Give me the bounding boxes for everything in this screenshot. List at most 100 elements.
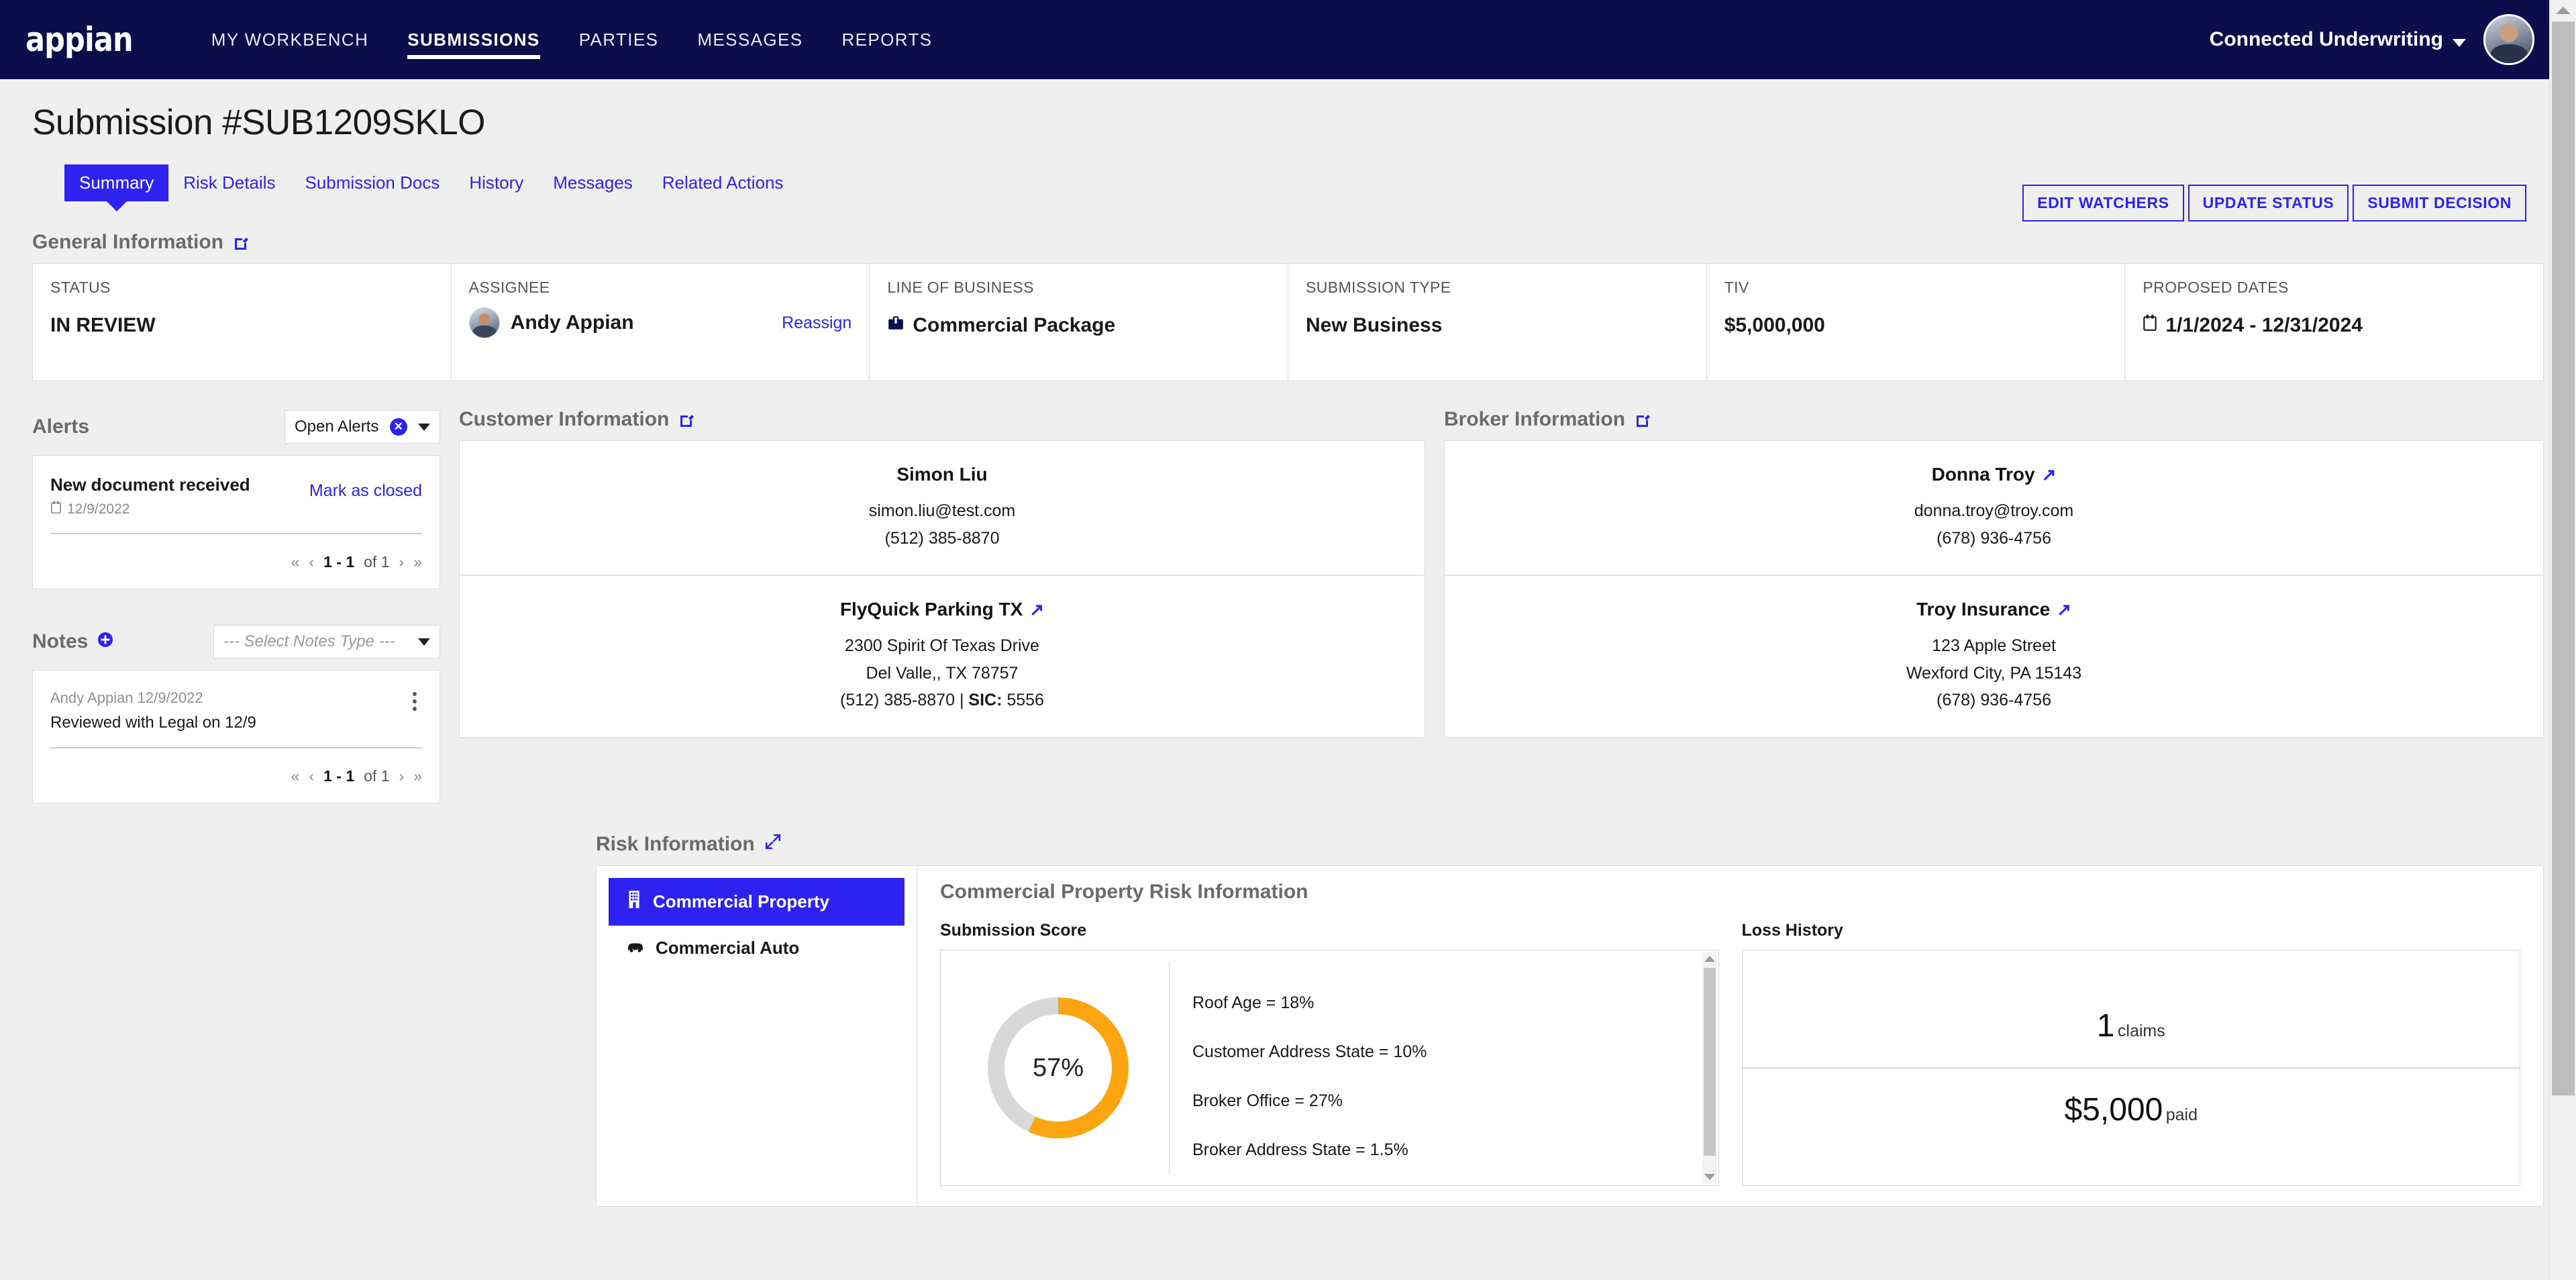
notes-type-select[interactable]: --- Select Notes Type --- [213, 625, 440, 658]
loss-history-title: Loss History [1741, 921, 1843, 940]
scroll-up-icon[interactable] [2555, 7, 2571, 14]
add-note-icon[interactable] [97, 630, 113, 653]
broker-information-title: Broker Information [1444, 408, 2544, 431]
broker-information-label: Broker Information [1444, 408, 1626, 430]
nav-item-my-workbench[interactable]: MY WORKBENCH [192, 0, 388, 79]
nav-item-messages[interactable]: MESSAGES [678, 0, 822, 79]
broker-contact-email: donna.troy@troy.com [1914, 501, 2074, 520]
edit-icon[interactable] [1635, 411, 1651, 428]
scroll-down-icon[interactable] [1704, 1174, 1715, 1180]
score-factor-list: Roof Age = 18% Customer Address State = … [1169, 961, 1712, 1175]
field-line-of-business-value: Commercial Package [913, 314, 1116, 336]
brand-text: appian [25, 20, 134, 59]
last-page-icon[interactable]: » [413, 767, 422, 785]
score-factor-item: Roof Age = 18% [1192, 993, 1315, 1012]
tab-related-actions[interactable]: Related Actions [648, 164, 798, 201]
next-page-icon[interactable]: › [399, 553, 405, 571]
expand-icon[interactable] [764, 833, 782, 856]
tab-submission-docs[interactable]: Submission Docs [291, 164, 455, 201]
customer-company-block: FlyQuick Parking TX ↗ 2300 Spirit Of Tex… [460, 575, 1425, 737]
chevron-down-icon [418, 423, 430, 431]
field-tiv-value: $5,000,000 [1724, 314, 1825, 336]
customer-sic-label: SIC: [968, 691, 1002, 709]
last-page-icon[interactable]: » [413, 553, 422, 571]
risk-panel-title: Commercial Property Risk Information [940, 881, 1308, 903]
customer-company-address1: 2300 Spirit Of Texas Drive [845, 636, 1039, 655]
assignee-avatar [468, 307, 500, 338]
general-information-section: General Information STATUS IN REVIEW ASS… [32, 231, 2544, 381]
scroll-thumb[interactable] [2552, 21, 2575, 1095]
clear-filter-icon[interactable]: ✕ [389, 418, 407, 436]
broker-company-block: Troy Insurance ↗ 123 Apple Street Wexfor… [1445, 575, 2543, 737]
briefcase-icon [887, 314, 905, 337]
prev-page-icon[interactable]: ‹ [309, 767, 314, 785]
loss-history-card: 1 claims $5,000 paid [1741, 950, 2520, 1186]
external-link-icon[interactable]: ↗ [1029, 599, 1044, 620]
edit-icon[interactable] [678, 411, 694, 428]
external-link-icon[interactable]: ↗ [2057, 599, 2071, 620]
note-meta: Andy Appian 12/9/2022 [50, 689, 203, 706]
tenant-name: Connected Underwriting [2209, 28, 2443, 50]
page-scrollbar[interactable] [2549, 0, 2576, 1280]
field-line-of-business-label: LINE OF BUSINESS [887, 279, 1034, 296]
reassign-link[interactable]: Reassign [782, 313, 852, 333]
submit-decision-button[interactable]: SUBMIT DECISION [2353, 185, 2526, 221]
score-panel-scrollbar[interactable] [1702, 952, 1717, 1184]
field-submission-type-value: New Business [1306, 314, 1443, 336]
risk-tab-commercial-auto[interactable]: Commercial Auto [609, 926, 905, 971]
note-text: Reviewed with Legal on 12/9 [50, 713, 256, 732]
customer-information-section: Customer Information Simon Liu simon.liu… [459, 408, 1425, 738]
note-menu-icon[interactable] [407, 689, 422, 713]
alert-date: 12/9/2022 [67, 501, 130, 517]
risk-information-section: Risk Information Commercial Property Com… [596, 833, 2544, 1207]
scroll-up-icon[interactable] [1704, 956, 1715, 962]
loss-claims-value: 1 [2096, 1008, 2115, 1044]
risk-tab-commercial-property[interactable]: Commercial Property [609, 878, 905, 926]
loss-claims-label: claims [2117, 1022, 2165, 1040]
note-row: Andy Appian 12/9/2022 Reviewed with Lega… [50, 671, 422, 748]
score-factor-item: Broker Address State = 1.5% [1192, 1140, 1408, 1159]
customer-company-phone-sic: (512) 385-8870 | SIC: 5556 [473, 687, 1411, 714]
broker-company-name: Troy Insurance [1916, 599, 2051, 620]
avatar[interactable] [2483, 14, 2534, 65]
customer-company-phone: (512) 385-8870 [840, 691, 955, 709]
page-title: Submission #SUB1209SKLO [32, 103, 485, 142]
next-page-icon[interactable]: › [399, 767, 405, 785]
risk-tab-commercial-property-label: Commercial Property [653, 891, 829, 912]
risk-information-title: Risk Information [596, 833, 2544, 856]
nav-item-submissions[interactable]: SUBMISSIONS [388, 0, 559, 79]
notes-card: Andy Appian 12/9/2022 Reviewed with Lega… [32, 670, 440, 803]
first-page-icon[interactable]: « [291, 553, 300, 571]
edit-icon[interactable] [233, 234, 249, 250]
nav-item-parties[interactable]: PARTIES [560, 0, 678, 79]
first-page-icon[interactable]: « [291, 767, 300, 785]
scroll-thumb[interactable] [1703, 968, 1716, 1156]
external-link-icon[interactable]: ↗ [2042, 464, 2057, 485]
broker-contact-name-row: Donna Troy ↗ [1458, 464, 2530, 485]
tab-summary[interactable]: Summary [64, 164, 169, 201]
field-submission-type-label: SUBMISSION TYPE [1306, 279, 1451, 296]
page-action-buttons: EDIT WATCHERS UPDATE STATUS SUBMIT DECIS… [2018, 185, 2526, 221]
field-assignee-value: Andy Appian [510, 311, 634, 334]
update-status-button[interactable]: UPDATE STATUS [2187, 185, 2349, 221]
nav-item-reports[interactable]: REPORTS [822, 0, 951, 79]
prev-page-icon[interactable]: ‹ [309, 553, 314, 571]
appian-logo[interactable]: appian [25, 20, 150, 59]
building-icon [626, 890, 642, 914]
tenant-menu[interactable]: Connected Underwriting [2210, 28, 2466, 51]
field-proposed-dates-value: 1/1/2024 - 12/31/2024 [2165, 314, 2363, 336]
customer-contact-phone: (512) 385-8870 [884, 528, 1000, 548]
customer-sic-value: 5556 [1007, 691, 1044, 709]
mark-as-closed-link[interactable]: Mark as closed [309, 481, 422, 501]
notes-pager-range: 1 - 1 [323, 767, 355, 785]
general-information-card: STATUS IN REVIEW ASSIGNEE Andy Appian Re… [32, 263, 2544, 381]
loss-paid-label: paid [2165, 1105, 2198, 1124]
alerts-pager: « ‹ 1 - 1 of 1 › » [50, 534, 422, 589]
tab-messages[interactable]: Messages [538, 164, 648, 201]
page-header: Submission #SUB1209SKLO EDIT WATCHERS UP… [0, 79, 2576, 221]
alerts-filter-select[interactable]: Open Alerts ✕ [285, 410, 440, 444]
main-body: Alerts Open Alerts ✕ New document receiv… [32, 408, 2544, 803]
tab-risk-details[interactable]: Risk Details [168, 164, 290, 201]
tab-history[interactable]: History [454, 164, 538, 201]
edit-watchers-button[interactable]: EDIT WATCHERS [2022, 185, 2184, 221]
